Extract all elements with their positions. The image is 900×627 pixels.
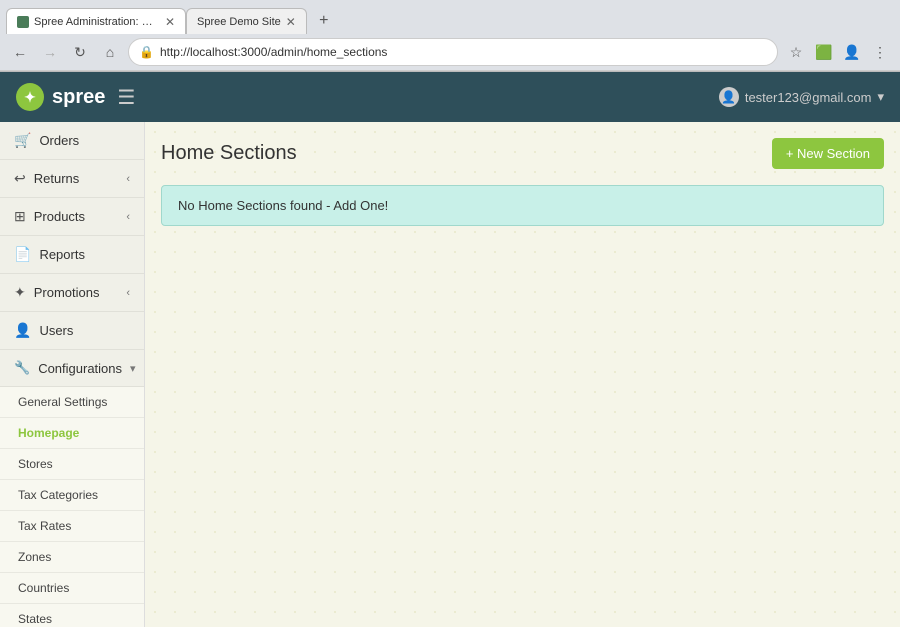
products-icon: ⊞ xyxy=(14,208,26,225)
users-icon: 👤 xyxy=(14,322,31,339)
promotions-chevron-icon: ‹ xyxy=(126,287,130,299)
orders-icon: 🛒 xyxy=(14,132,31,149)
tab-title-2: Spree Demo Site xyxy=(197,16,281,28)
sidebar-sub-tax-rates[interactable]: Tax Rates xyxy=(0,511,144,542)
sidebar-sub-stores[interactable]: Stores xyxy=(0,449,144,480)
sidebar-item-promotions[interactable]: ✦ Promotions ‹ xyxy=(0,274,144,312)
url-input[interactable] xyxy=(160,45,767,59)
browser-chrome: Spree Administration: Hom... ✕ Spree Dem… xyxy=(0,0,900,72)
sidebar-item-returns[interactable]: ↩ Returns ‹ xyxy=(0,160,144,198)
sidebar-sub-zones[interactable]: Zones xyxy=(0,542,144,573)
tab-title-active: Spree Administration: Hom... xyxy=(34,16,160,28)
sidebar-label-promotions: Promotions xyxy=(34,285,100,300)
returns-icon: ↩ xyxy=(14,170,26,187)
main-content: Home Sections + New Section No Home Sect… xyxy=(145,122,900,627)
new-tab-button[interactable]: + xyxy=(311,8,337,34)
extension-icon[interactable]: 🟩 xyxy=(812,40,836,64)
profile-icon[interactable]: 👤 xyxy=(840,40,864,64)
sidebar-item-products[interactable]: ⊞ Products ‹ xyxy=(0,198,144,236)
sidebar: 🛒 Orders ↩ Returns ‹ ⊞ Products ‹ 📄 Repo… xyxy=(0,122,145,627)
sidebar-label-orders: Orders xyxy=(39,133,79,148)
sidebar-sub-states[interactable]: States xyxy=(0,604,144,627)
toolbar-icons: ☆ 🟩 👤 ⋮ xyxy=(784,40,892,64)
products-chevron-icon: ‹ xyxy=(126,211,130,223)
empty-state-alert: No Home Sections found - Add One! xyxy=(161,185,884,226)
sidebar-sub-general-settings[interactable]: General Settings xyxy=(0,387,144,418)
new-section-button[interactable]: + New Section xyxy=(772,138,884,169)
browser-toolbar: ← → ↻ ⌂ 🔒 ☆ 🟩 👤 ⋮ xyxy=(0,34,900,71)
brand-logo: ✦ spree xyxy=(16,83,105,111)
bookmark-icon[interactable]: ☆ xyxy=(784,40,808,64)
configurations-submenu: General Settings Homepage Stores Tax Cat… xyxy=(0,387,144,627)
app-wrapper: ✦ spree ☰ 👤 tester123@gmail.com ▾ 🛒 Orde… xyxy=(0,72,900,627)
sidebar-item-users[interactable]: 👤 Users xyxy=(0,312,144,350)
address-bar[interactable]: 🔒 xyxy=(128,38,778,66)
sidebar-item-configurations[interactable]: 🔧 Configurations ▾ xyxy=(0,350,144,387)
user-avatar-icon: 👤 xyxy=(719,87,739,107)
top-navbar: ✦ spree ☰ 👤 tester123@gmail.com ▾ xyxy=(0,72,900,122)
browser-tab-2[interactable]: Spree Demo Site ✕ xyxy=(186,8,307,34)
sidebar-sub-tax-categories[interactable]: Tax Categories xyxy=(0,480,144,511)
sidebar-label-products: Products xyxy=(34,209,85,224)
sidebar-label-reports: Reports xyxy=(39,247,85,262)
sidebar-item-orders[interactable]: 🛒 Orders xyxy=(0,122,144,160)
lock-icon: 🔒 xyxy=(139,45,154,59)
tab-close-2-icon[interactable]: ✕ xyxy=(286,15,296,29)
sidebar-label-configurations: Configurations xyxy=(38,361,122,376)
home-button[interactable]: ⌂ xyxy=(98,40,122,64)
promotions-icon: ✦ xyxy=(14,284,26,301)
sidebar-sub-homepage[interactable]: Homepage xyxy=(0,418,144,449)
brand-text: spree xyxy=(52,86,105,109)
sidebar-label-users: Users xyxy=(39,323,73,338)
user-email: tester123@gmail.com xyxy=(745,90,872,105)
content-area: 🛒 Orders ↩ Returns ‹ ⊞ Products ‹ 📄 Repo… xyxy=(0,122,900,627)
returns-chevron-icon: ‹ xyxy=(126,173,130,185)
user-menu[interactable]: 👤 tester123@gmail.com ▾ xyxy=(719,87,884,107)
configurations-icon: 🔧 xyxy=(14,360,30,376)
empty-message: No Home Sections found - Add One! xyxy=(178,198,388,213)
page-title: Home Sections xyxy=(161,142,297,165)
browser-tab-active[interactable]: Spree Administration: Hom... ✕ xyxy=(6,8,186,34)
configurations-chevron-icon: ▾ xyxy=(130,362,136,375)
browser-tabs: Spree Administration: Hom... ✕ Spree Dem… xyxy=(0,0,900,34)
sidebar-label-returns: Returns xyxy=(34,171,80,186)
reload-button[interactable]: ↻ xyxy=(68,40,92,64)
back-button[interactable]: ← xyxy=(8,40,32,64)
tab-favicon-icon xyxy=(17,16,29,28)
hamburger-button[interactable]: ☰ xyxy=(117,85,135,110)
sidebar-item-reports[interactable]: 📄 Reports xyxy=(0,236,144,274)
reports-icon: 📄 xyxy=(14,246,31,263)
page-header: Home Sections + New Section xyxy=(161,138,884,169)
forward-button[interactable]: → xyxy=(38,40,62,64)
user-chevron-icon: ▾ xyxy=(877,89,884,105)
sidebar-sub-countries[interactable]: Countries xyxy=(0,573,144,604)
tab-close-icon[interactable]: ✕ xyxy=(165,15,175,29)
menu-icon[interactable]: ⋮ xyxy=(868,40,892,64)
spree-logo-icon: ✦ xyxy=(16,83,44,111)
